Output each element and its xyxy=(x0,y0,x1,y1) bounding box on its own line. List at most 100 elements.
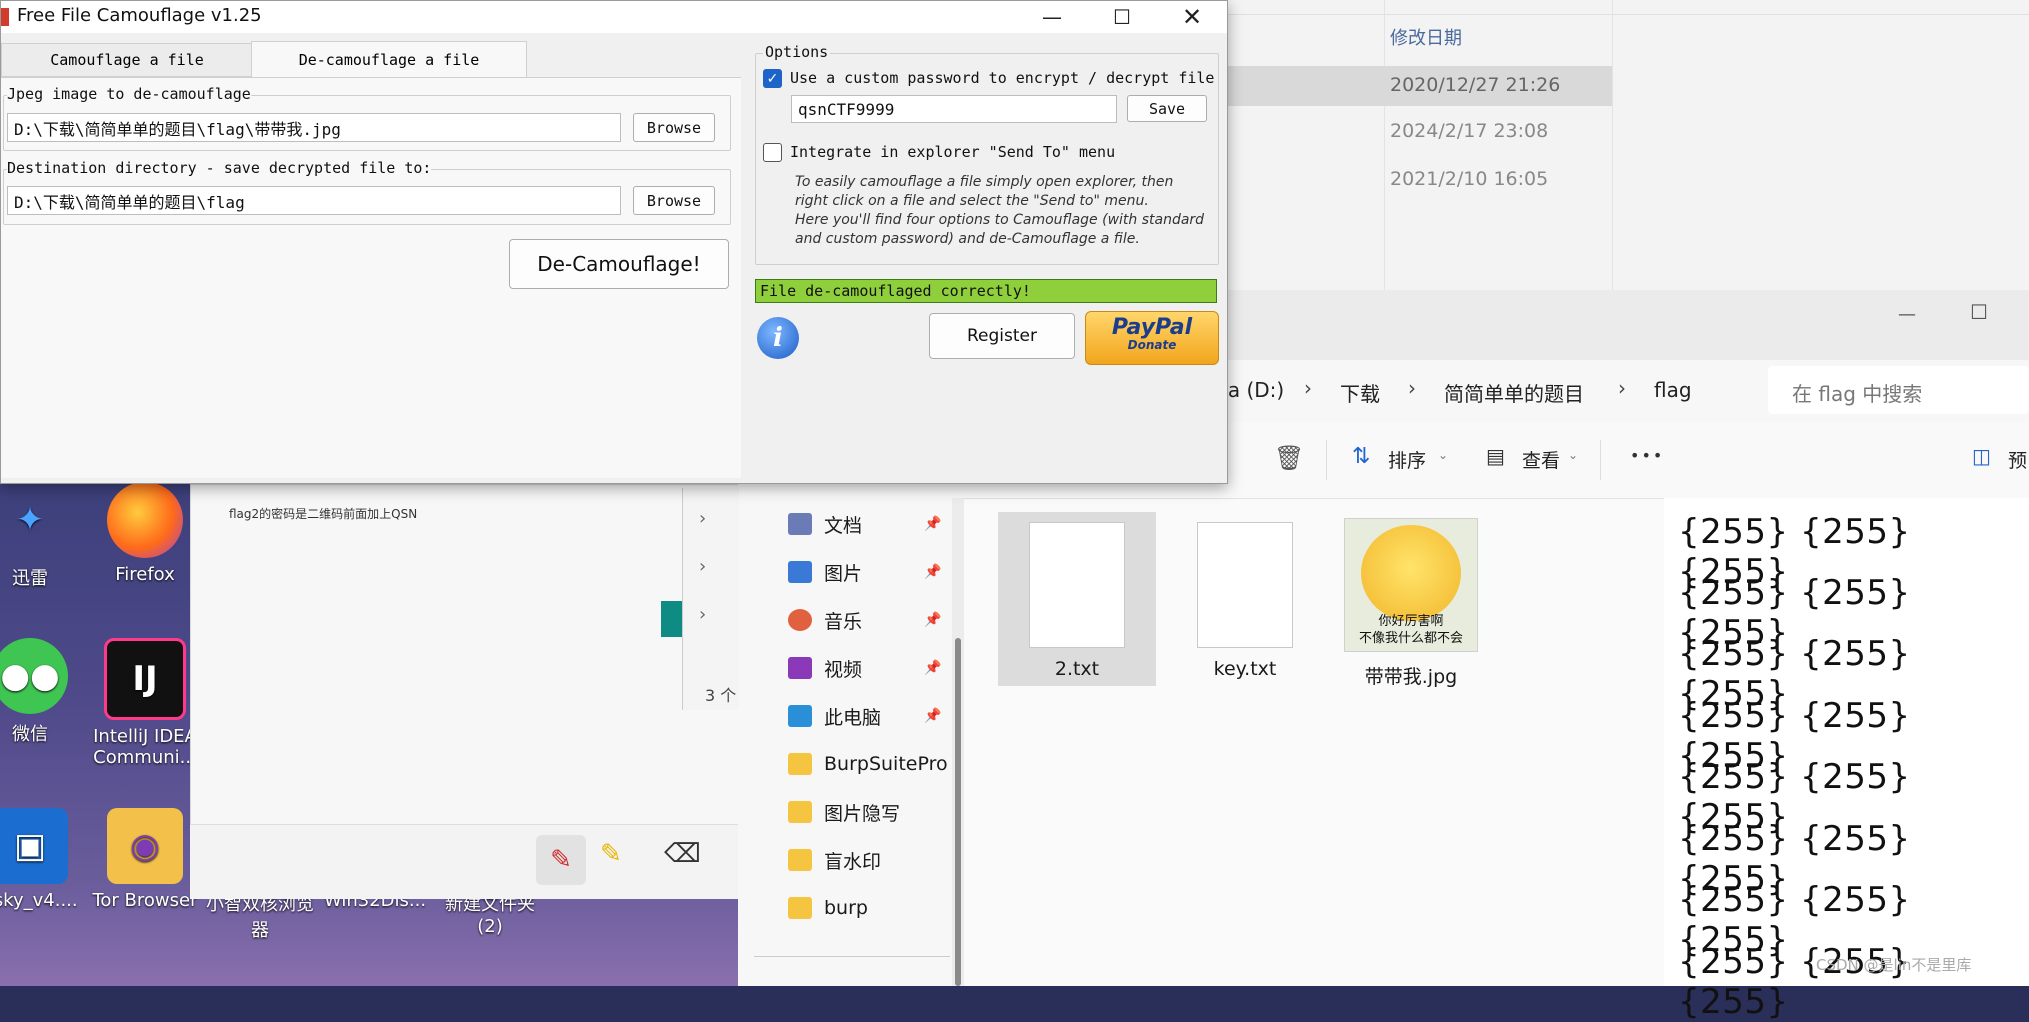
preview-button[interactable]: 预 xyxy=(2008,446,2027,473)
chevron-right-icon: › xyxy=(1408,376,1416,400)
nav-item-blind-watermark[interactable]: 盲水印 xyxy=(788,840,881,880)
note-text: flag2的密码是二维码前面加上QSN xyxy=(229,507,418,521)
nav-item-this-pc[interactable]: 此电脑 xyxy=(788,696,881,736)
paypal-donate-button[interactable]: PayPal Donate xyxy=(1085,311,1219,365)
column-header-modified[interactable]: 修改日期 xyxy=(1390,24,1462,50)
nav-item-label: 此电脑 xyxy=(824,706,882,729)
info-icon[interactable]: i xyxy=(757,317,799,359)
close-icon[interactable]: ✕ xyxy=(1157,1,1227,33)
desktop-icon-firefox[interactable]: Firefox xyxy=(85,482,205,585)
emoji-face-icon xyxy=(1361,525,1461,621)
nav-item-label: 盲水印 xyxy=(824,850,882,873)
file-name: 带带我.jpg xyxy=(1364,666,1458,688)
desktop-icon-label: 小智双核浏览器 xyxy=(206,894,314,941)
desktop-icon-label: 微信 xyxy=(12,724,48,745)
nav-item-music[interactable]: 音乐 xyxy=(788,600,862,640)
sort-button[interactable]: 排序 xyxy=(1388,446,1426,473)
options-title: Options xyxy=(763,43,831,61)
save-password-button[interactable]: Save xyxy=(1127,95,1207,122)
row-date: 2021/2/10 16:05 xyxy=(1390,168,1549,190)
browse-dest-button[interactable]: Browse xyxy=(633,186,715,215)
intellij-icon: IJ xyxy=(104,638,186,720)
app-icon xyxy=(1,8,9,26)
desktop-icon-label: Tor Browser xyxy=(92,890,198,911)
nav-item-pictures[interactable]: 图片 xyxy=(788,552,862,592)
nav-item-label: 音乐 xyxy=(824,610,863,633)
jpeg-path-input[interactable]: D:\下载\简简单单的题目\flag\带带我.jpg xyxy=(7,113,621,142)
donate-label: Donate xyxy=(1127,338,1177,352)
register-button[interactable]: Register xyxy=(929,313,1075,359)
firefox-icon xyxy=(107,482,183,558)
breadcrumb-flag[interactable]: flag xyxy=(1654,378,1692,402)
nav-item-documents[interactable]: 文档 xyxy=(788,504,862,544)
tab-camouflage[interactable]: Camouflage a file xyxy=(1,43,253,77)
chevron-right-icon[interactable]: › xyxy=(699,556,706,577)
breadcrumb-folder[interactable]: 简简单单的题目 xyxy=(1444,378,1584,407)
folder-icon xyxy=(788,849,812,871)
view-icon[interactable]: ▤ xyxy=(1486,444,1505,468)
nav-item-burpsuitepro[interactable]: BurpSuitePro xyxy=(788,744,948,784)
highlighter-icon[interactable]: ✎ xyxy=(600,839,622,869)
view-button[interactable]: 查看 xyxy=(1522,446,1560,473)
nav-item-label: 视频 xyxy=(824,658,863,681)
window-title: Free File Camouflage v1.25 xyxy=(17,5,262,26)
eraser-icon[interactable]: ⌫ xyxy=(664,839,701,869)
status-bar: File de-camouflaged correctly! xyxy=(755,279,1217,303)
file-item-2txt[interactable]: 2.txt xyxy=(998,522,1156,680)
file-name: 2.txt xyxy=(1054,658,1100,680)
chevron-right-icon: › xyxy=(1304,376,1312,400)
minimize-icon[interactable]: — xyxy=(1017,1,1087,33)
custom-password-checkbox[interactable]: ✓ xyxy=(763,69,782,88)
password-input[interactable]: qsnCTF9999 xyxy=(791,95,1117,123)
decamouflage-button[interactable]: De-Camouflage! xyxy=(509,239,729,289)
nav-item-label: BurpSuitePro xyxy=(824,753,948,775)
nav-item-image-stego[interactable]: 图片隐写 xyxy=(788,792,900,832)
more-options-button[interactable]: ••• xyxy=(1630,446,1664,465)
watermark: CSDN @是lin不是里库 xyxy=(1816,956,1972,974)
thumbnail-caption-line: 不像我什么都不会 xyxy=(1358,631,1463,646)
browse-jpeg-button[interactable]: Browse xyxy=(633,113,715,142)
camouflage-titlebar[interactable]: Free File Camouflage v1.25 — ☐ ✕ xyxy=(1,1,1227,33)
tab-decamouflage[interactable]: De-camouflage a file xyxy=(251,41,527,78)
scrollbar-thumb[interactable] xyxy=(955,638,961,986)
sendto-label: Integrate in explorer "Send To" menu xyxy=(790,143,1116,161)
nav-item-burp[interactable]: burp xyxy=(788,888,868,928)
help-line: Here you'll find four options to Camoufl… xyxy=(795,212,1205,228)
nav-item-videos[interactable]: 视频 xyxy=(788,648,862,688)
nav-scrollbar[interactable] xyxy=(952,498,964,986)
pen-icon[interactable]: ✎ xyxy=(536,835,586,885)
chevron-right-icon[interactable]: › xyxy=(699,508,706,529)
partial-dialog: › › › 3 个 xyxy=(682,488,739,710)
desktop-icon-intellij[interactable]: IJ IntelliJ IDEA Communi... xyxy=(85,638,205,768)
search-box[interactable]: 在 flag 中搜索 xyxy=(1768,366,2029,414)
breadcrumb-download[interactable]: 下载 xyxy=(1340,378,1380,407)
nav-item-label: 图片 xyxy=(824,562,863,585)
dest-path-input[interactable]: D:\下载\简简单单的题目\flag xyxy=(7,186,621,215)
file-item-jpg[interactable]: 你好厉害啊 不像我什么都不会 带带我.jpg xyxy=(1332,518,1490,689)
nav-item-label: 文档 xyxy=(824,514,863,537)
sort-icon[interactable]: ⇅ xyxy=(1352,444,1370,469)
wechat-icon: ●● xyxy=(0,638,68,714)
header-divider xyxy=(1226,14,2029,15)
desktop-icon-label: usky_v4.... xyxy=(0,890,78,911)
desktop-icon-usky[interactable]: ▣ usky_v4.... xyxy=(0,808,90,911)
bird-icon: ✦ xyxy=(15,500,45,540)
sendto-checkbox[interactable] xyxy=(763,143,782,162)
sendto-help-text: To easily camouflage a file simply open … xyxy=(795,173,1204,249)
desktop-icon-tor[interactable]: ◉ Tor Browser xyxy=(85,808,205,911)
desktop-icon-label: 新建文件夹 (2) xyxy=(445,894,535,937)
desktop-icon-xunlei[interactable]: ✦ 迅雷 xyxy=(0,482,90,590)
text-file-icon xyxy=(1029,522,1125,648)
preview-pane-icon[interactable]: ◫ xyxy=(1972,444,1991,468)
item-count: 3 个 xyxy=(705,686,737,705)
maximize-icon[interactable]: ☐ xyxy=(1970,300,1988,324)
delete-icon[interactable]: 🗑 xyxy=(1274,444,1304,472)
desktop-icon-wechat[interactable]: ●● 微信 xyxy=(0,638,90,746)
breadcrumb-drive[interactable]: ta (D:) xyxy=(1220,378,1284,402)
maximize-icon[interactable]: ☐ xyxy=(1087,1,1157,33)
minimize-icon[interactable]: — xyxy=(1898,304,1916,325)
file-item-keytxt[interactable]: key.txt xyxy=(1166,522,1324,680)
thumbnail-caption-line: 你好厉害啊 xyxy=(1378,614,1444,629)
chevron-right-icon[interactable]: › xyxy=(699,604,706,625)
search-input[interactable]: 在 flag 中搜索 xyxy=(1792,378,1922,407)
